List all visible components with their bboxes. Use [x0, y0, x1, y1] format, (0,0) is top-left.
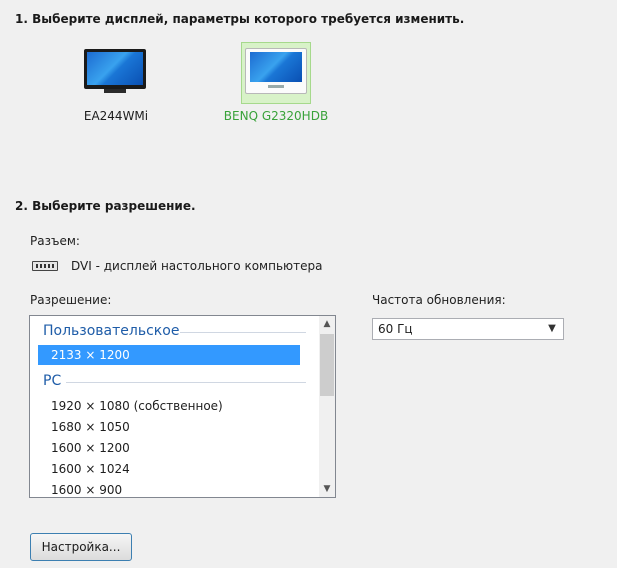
group-divider — [66, 382, 306, 383]
monitor-white-icon — [245, 48, 307, 94]
display-ea244wmi[interactable]: EA244WMi — [70, 42, 162, 123]
vertical-scrollbar[interactable]: ▲ ▼ — [319, 316, 335, 497]
connector-value: DVI - дисплей настольного компьютера — [71, 259, 323, 273]
scroll-thumb[interactable] — [320, 334, 334, 396]
chevron-up-icon[interactable]: ▲ — [319, 316, 335, 332]
refresh-rate-select[interactable]: 60 Гц ▼ — [372, 318, 564, 340]
resolution-label: Разрешение: — [30, 293, 112, 307]
group-header-custom: Пользовательское — [43, 323, 180, 339]
display-benq-g2320hdb[interactable]: BENQ G2320HDB — [224, 42, 328, 123]
list-item[interactable]: 1600 × 900 — [38, 480, 300, 497]
group-divider — [180, 332, 306, 333]
step1-heading: 1. Выберите дисплей, параметры которого … — [15, 12, 465, 26]
chevron-down-icon: ▼ — [548, 323, 556, 334]
chevron-down-icon[interactable]: ▼ — [319, 481, 335, 497]
list-item[interactable]: 1600 × 1024 — [38, 459, 300, 479]
monitor-black-icon — [84, 49, 146, 93]
display-name: EA244WMi — [83, 109, 149, 123]
list-item[interactable]: 1600 × 1200 — [38, 438, 300, 458]
connector-label: Разъем: — [30, 234, 80, 248]
list-item[interactable]: 1680 × 1050 — [38, 417, 300, 437]
dvi-connector-icon — [32, 261, 58, 271]
step2-heading: 2. Выберите разрешение. — [15, 199, 196, 213]
list-item[interactable]: 1920 × 1080 (собственное) — [38, 396, 300, 416]
refresh-rate-label: Частота обновления: — [372, 293, 506, 307]
customize-button[interactable]: Настройка... — [30, 533, 132, 561]
refresh-rate-value: 60 Гц — [378, 322, 413, 336]
resolution-listbox[interactable]: Пользовательское 2133 × 1200 PC 1920 × 1… — [29, 315, 336, 498]
display-name: BENQ G2320HDB — [223, 109, 329, 123]
list-item[interactable]: 2133 × 1200 — [38, 345, 300, 365]
group-header-pc: PC — [43, 373, 62, 389]
